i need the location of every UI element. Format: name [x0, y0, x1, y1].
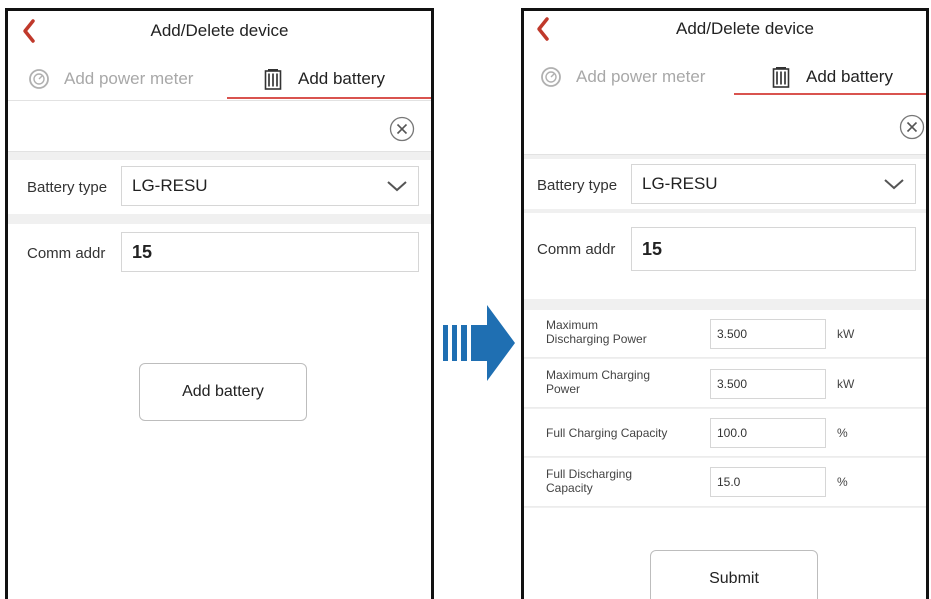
- tab-label: Add battery: [298, 69, 385, 88]
- battery-type-value: LG-RESU: [642, 174, 718, 193]
- tab-label: Add power meter: [576, 67, 706, 86]
- add-battery-button[interactable]: Add battery: [139, 363, 307, 421]
- battery-type-row: Battery type LG-RESU: [524, 159, 926, 209]
- max-charging-power-row: Maximum Charging Power 3.500 kW: [524, 359, 926, 408]
- max-charging-power-input[interactable]: 3.500: [710, 369, 826, 399]
- right-phone-screen: Add/Delete device Add power meter Add ba…: [521, 8, 929, 599]
- button-area: Add battery: [8, 280, 431, 599]
- close-circle-icon[interactable]: [389, 116, 415, 142]
- full-discharging-capacity-row: Full Discharging Capacity 15.0 %: [524, 458, 926, 507]
- active-tab-indicator: [227, 97, 431, 99]
- header: Add/Delete device Add power meter Add ba…: [8, 11, 431, 101]
- submit-button[interactable]: Submit: [650, 550, 818, 599]
- tab-label: Add power meter: [64, 69, 194, 88]
- battery-type-select[interactable]: LG-RESU: [121, 166, 419, 206]
- tab-add-power-meter[interactable]: Add power meter: [540, 61, 705, 93]
- comm-addr-label: Comm addr: [537, 241, 616, 258]
- tab-add-battery[interactable]: Add battery: [770, 61, 893, 93]
- active-tab-indicator: [734, 93, 926, 95]
- full-charging-capacity-input[interactable]: 100.0: [710, 418, 826, 448]
- chevron-down-icon: [387, 181, 407, 192]
- power-meter-icon: [29, 69, 49, 89]
- battery-type-row: Battery type LG-RESU: [8, 160, 431, 214]
- param-label: Maximum Discharging Power: [546, 318, 647, 346]
- left-phone-screen: Add/Delete device Add power meter Add ba…: [5, 8, 434, 599]
- chevron-down-icon: [884, 179, 904, 190]
- param-unit: %: [837, 475, 848, 489]
- max-discharging-power-row: Maximum Discharging Power 3.500 kW: [524, 310, 926, 358]
- param-unit: kW: [837, 327, 855, 341]
- battery-icon: [264, 69, 282, 90]
- tab-add-battery[interactable]: Add battery: [262, 63, 385, 95]
- full-charging-capacity-row: Full Charging Capacity 100.0 %: [524, 409, 926, 457]
- comm-addr-label: Comm addr: [27, 245, 106, 262]
- right-arrow-icon: [443, 305, 515, 381]
- header: Add/Delete device Add power meter Add ba…: [524, 11, 926, 101]
- battery-icon: [772, 67, 790, 88]
- param-unit: %: [837, 426, 848, 440]
- param-label: Maximum Charging Power: [546, 368, 651, 396]
- close-bar: [8, 102, 431, 152]
- close-bar: [524, 98, 926, 155]
- battery-type-label: Battery type: [27, 179, 108, 196]
- page-title: Add/Delete device: [150, 21, 289, 40]
- comm-addr-input[interactable]: 15: [631, 227, 916, 271]
- button-area: Submit: [524, 508, 926, 599]
- page-title: Add/Delete device: [676, 19, 814, 38]
- max-discharging-power-input[interactable]: 3.500: [710, 319, 826, 349]
- battery-type-value: LG-RESU: [132, 176, 208, 195]
- comm-addr-row: Comm addr 15: [524, 213, 926, 299]
- battery-type-select[interactable]: LG-RESU: [631, 164, 916, 204]
- full-discharging-capacity-input[interactable]: 15.0: [710, 467, 826, 497]
- param-label: Full Charging Capacity: [546, 426, 668, 440]
- battery-type-label: Battery type: [537, 177, 618, 194]
- param-label: Full Discharging Capacity: [546, 467, 633, 495]
- param-unit: kW: [837, 377, 855, 391]
- tab-label: Add battery: [806, 67, 893, 86]
- power-meter-icon: [541, 67, 561, 87]
- battery-form: Battery type LG-RESU Comm addr 15 Maximu…: [524, 98, 926, 599]
- comm-addr-row: Comm addr 15: [8, 224, 431, 280]
- close-circle-icon[interactable]: [899, 114, 925, 140]
- battery-form: Battery type LG-RESU Comm addr 15 Add ba…: [8, 102, 431, 599]
- comm-addr-value: 15: [642, 238, 663, 259]
- comm-addr-input[interactable]: 15: [121, 232, 419, 272]
- tab-add-power-meter[interactable]: Add power meter: [28, 63, 193, 95]
- comm-addr-value: 15: [132, 241, 153, 262]
